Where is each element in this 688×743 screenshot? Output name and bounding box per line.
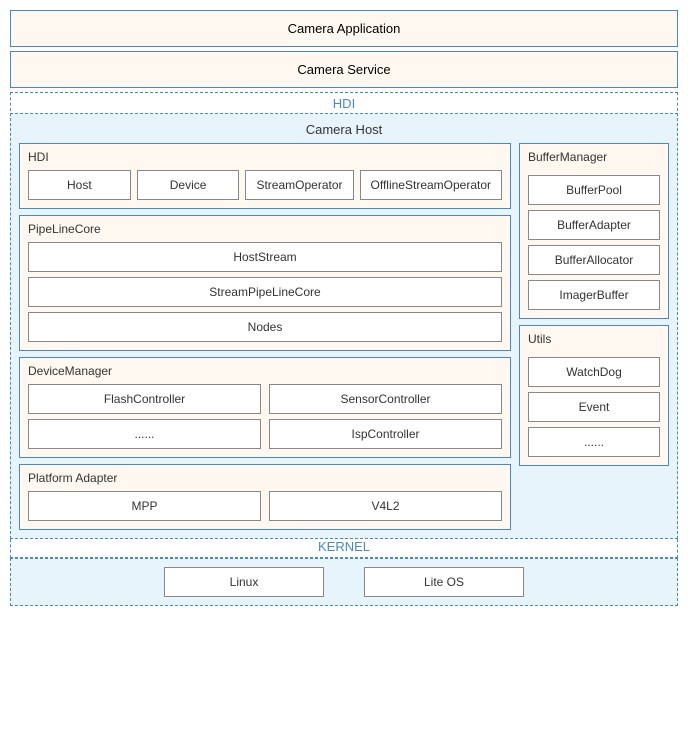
buffer-section: BufferManager BufferPool BufferAdapter B… bbox=[519, 143, 669, 319]
streamoperator-box: StreamOperator bbox=[245, 170, 353, 200]
pipeline-section-title: PipeLineCore bbox=[28, 222, 502, 236]
bufferadapter-box: BufferAdapter bbox=[528, 210, 660, 240]
bufferallocator-box: BufferAllocator bbox=[528, 245, 660, 275]
utils-ellipsis-box: ...... bbox=[528, 427, 660, 457]
camera-application-label: Camera Application bbox=[288, 21, 401, 36]
bufferpool-box: BufferPool bbox=[528, 175, 660, 205]
buffer-section-title: BufferManager bbox=[528, 150, 660, 164]
camera-service-box: Camera Service bbox=[10, 51, 678, 88]
left-column: HDI Host Device StreamOperator OfflineSt… bbox=[19, 143, 511, 530]
v4l2-box: V4L2 bbox=[269, 491, 502, 521]
liteos-box: Lite OS bbox=[364, 567, 524, 597]
kernel-outer: Linux Lite OS bbox=[10, 558, 678, 606]
kernel-row: Linux Lite OS bbox=[19, 567, 669, 597]
pipeline-col: HostStream StreamPipeLineCore Nodes bbox=[28, 242, 502, 342]
imagerbuffer-box: ImagerBuffer bbox=[528, 280, 660, 310]
linux-box: Linux bbox=[164, 567, 324, 597]
kernel-label: KERNEL bbox=[10, 539, 678, 558]
main-content: HDI Host Device StreamOperator OfflineSt… bbox=[19, 143, 669, 530]
hdi-label: HDI bbox=[10, 92, 678, 111]
streampipelinecore-box: StreamPipeLineCore bbox=[28, 277, 502, 307]
camera-service-label: Camera Service bbox=[297, 62, 390, 77]
device-grid: FlashController ...... SensorController … bbox=[28, 384, 502, 449]
device-section: DeviceManager FlashController ...... Sen… bbox=[19, 357, 511, 458]
device-ellipsis-box: ...... bbox=[28, 419, 261, 449]
sensorcontroller-box: SensorController bbox=[269, 384, 502, 414]
camera-host-title: Camera Host bbox=[19, 122, 669, 137]
flashcontroller-box: FlashController bbox=[28, 384, 261, 414]
pipeline-section: PipeLineCore HostStream StreamPipeLineCo… bbox=[19, 215, 511, 351]
device-section-title: DeviceManager bbox=[28, 364, 502, 378]
utils-section: Utils WatchDog Event ...... bbox=[519, 325, 669, 466]
event-box: Event bbox=[528, 392, 660, 422]
host-box: Host bbox=[28, 170, 131, 200]
right-column: BufferManager BufferPool BufferAdapter B… bbox=[519, 143, 669, 530]
hdi-row: Host Device StreamOperator OfflineStream… bbox=[28, 170, 502, 200]
camera-application-box: Camera Application bbox=[10, 10, 678, 47]
mpp-box: MPP bbox=[28, 491, 261, 521]
utils-section-title: Utils bbox=[528, 332, 660, 346]
hdi-section: HDI Host Device StreamOperator OfflineSt… bbox=[19, 143, 511, 209]
platform-section: Platform Adapter MPP V4L2 bbox=[19, 464, 511, 530]
platform-section-title: Platform Adapter bbox=[28, 471, 502, 485]
platform-row: MPP V4L2 bbox=[28, 491, 502, 521]
offlinestreamoperator-box: OfflineStreamOperator bbox=[360, 170, 503, 200]
camera-host-outer: Camera Host HDI Host Device StreamOperat… bbox=[10, 113, 678, 539]
hoststream-box: HostStream bbox=[28, 242, 502, 272]
watchdog-box: WatchDog bbox=[528, 357, 660, 387]
diagram-wrapper: Camera Application Camera Service HDI Ca… bbox=[10, 10, 678, 606]
device-col2: SensorController IspController bbox=[269, 384, 502, 449]
nodes-box: Nodes bbox=[28, 312, 502, 342]
device-box: Device bbox=[137, 170, 240, 200]
ispcontroller-box: IspController bbox=[269, 419, 502, 449]
hdi-section-title: HDI bbox=[28, 150, 502, 164]
device-col1: FlashController ...... bbox=[28, 384, 261, 449]
